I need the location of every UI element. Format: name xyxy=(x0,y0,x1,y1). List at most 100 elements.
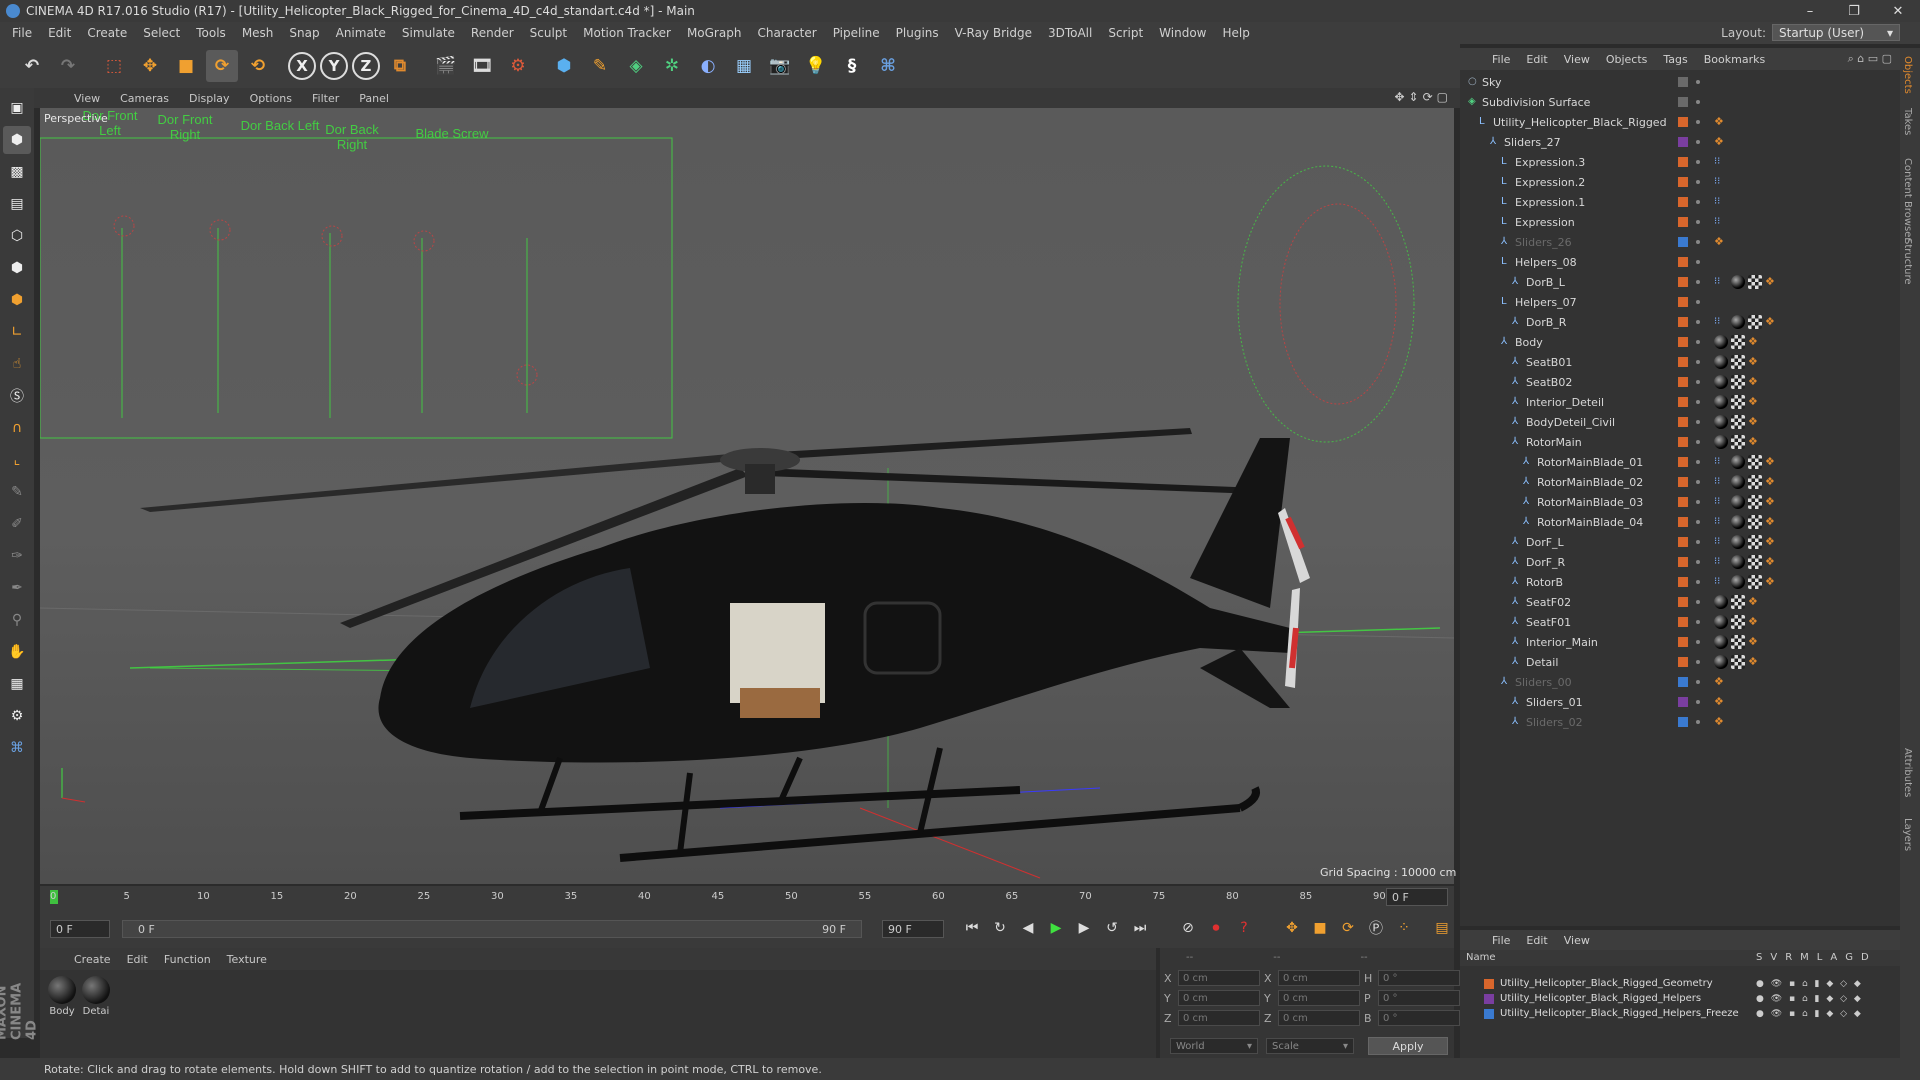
subdivision-generator-icon[interactable]: ◈ xyxy=(620,50,652,82)
object-row[interactable]: ⅄ RotorB ⁝⁝ ❖ xyxy=(1460,572,1900,592)
object-row[interactable]: ⅄ RotorMainBlade_04 ⁝⁝ ❖ xyxy=(1460,512,1900,532)
layer-color-swatch[interactable] xyxy=(1678,217,1688,227)
key-rotation-icon[interactable]: ⟳ xyxy=(1336,916,1360,940)
uvw-tag-icon[interactable] xyxy=(1731,355,1745,369)
constraint-tag-icon[interactable]: ❖ xyxy=(1714,115,1728,129)
visibility-dot-icon[interactable] xyxy=(1696,140,1700,144)
menu-create[interactable]: Create xyxy=(79,26,135,40)
object-row[interactable]: ⅄ DorF_L ⁝⁝ ❖ xyxy=(1460,532,1900,552)
object-menu-view[interactable]: View xyxy=(1556,53,1598,66)
layer-color-swatch[interactable] xyxy=(1678,537,1688,547)
maximize-button[interactable]: ❐ xyxy=(1832,0,1876,22)
object-row[interactable]: L Helpers_08 xyxy=(1460,252,1900,272)
uvw-tag-icon[interactable] xyxy=(1731,595,1745,609)
menu-window[interactable]: Window xyxy=(1151,26,1214,40)
layer-row[interactable]: Utility_Helicopter_Black_Rigged_Helpers_… xyxy=(1460,1006,1900,1021)
right-tab-structure[interactable]: Structure xyxy=(1902,238,1913,285)
coordinate-field[interactable]: 0 cm xyxy=(1278,1010,1360,1026)
coordinate-field[interactable]: 0 ° xyxy=(1378,1010,1460,1026)
constraint-tag-icon[interactable]: ❖ xyxy=(1748,435,1762,449)
right-tab-content-browser[interactable]: Content Browser xyxy=(1902,158,1913,241)
layer-color-swatch[interactable] xyxy=(1678,717,1688,727)
material-tag-icon[interactable] xyxy=(1714,635,1728,649)
constraint-tag-icon[interactable]: ❖ xyxy=(1748,595,1762,609)
constraint-tag-icon[interactable]: ❖ xyxy=(1714,135,1728,149)
object-row[interactable]: ⅄ DorB_R ⁝⁝ ❖ xyxy=(1460,312,1900,332)
material-menu-edit[interactable]: Edit xyxy=(119,953,156,966)
layer-color-swatch[interactable] xyxy=(1484,993,1494,1004)
polygons-mode-icon[interactable]: ⬢ xyxy=(3,286,31,314)
object-row[interactable]: ⅄ Interior_Deteil ❖ xyxy=(1460,392,1900,412)
menu-file[interactable]: File xyxy=(4,26,40,40)
uvw-tag-icon[interactable] xyxy=(1748,455,1762,469)
coordinate-field[interactable]: 0 cm xyxy=(1178,990,1260,1006)
constraint-tag-icon[interactable]: ❖ xyxy=(1714,715,1728,729)
points-mode-icon[interactable]: ⬡ xyxy=(3,222,31,250)
visibility-dot-icon[interactable] xyxy=(1696,640,1700,644)
coordinate-field[interactable]: 0 cm xyxy=(1278,990,1360,1006)
constraint-tag-icon[interactable]: ❖ xyxy=(1748,635,1762,649)
visibility-dot-icon[interactable] xyxy=(1696,160,1700,164)
visibility-dot-icon[interactable] xyxy=(1696,600,1700,604)
coordinate-field[interactable]: 0 ° xyxy=(1378,970,1460,986)
sculpt-icon[interactable]: ✑ xyxy=(3,542,31,570)
layer-color-swatch[interactable] xyxy=(1678,517,1688,527)
constraint-tag-icon[interactable]: ❖ xyxy=(1748,615,1762,629)
apply-button[interactable]: Apply xyxy=(1368,1037,1448,1055)
constraint-tag-icon[interactable]: ❖ xyxy=(1765,555,1779,569)
menu-tools[interactable]: Tools xyxy=(188,26,234,40)
layer-color-swatch[interactable] xyxy=(1678,157,1688,167)
uvw-tag-icon[interactable] xyxy=(1748,275,1762,289)
object-row[interactable]: L Helpers_07 xyxy=(1460,292,1900,312)
material-tag-icon[interactable] xyxy=(1731,575,1745,589)
knife-icon[interactable]: ✐ xyxy=(3,510,31,538)
object-row[interactable]: ⅄ SeatF02 ❖ xyxy=(1460,592,1900,612)
constraint-tag-icon[interactable]: ❖ xyxy=(1765,535,1779,549)
viewport-menu-cameras[interactable]: Cameras xyxy=(110,92,179,105)
constraint-tag-icon[interactable]: ❖ xyxy=(1748,655,1762,669)
paint-icon[interactable]: ✒ xyxy=(3,574,31,602)
material-tag-icon[interactable] xyxy=(1714,375,1728,389)
layer-color-swatch[interactable] xyxy=(1678,697,1688,707)
constraint-tag-icon[interactable]: ❖ xyxy=(1714,235,1728,249)
loop-icon[interactable]: ↺ xyxy=(1100,916,1124,940)
layer-color-swatch[interactable] xyxy=(1678,617,1688,627)
object-row[interactable]: ⅄ DorF_R ⁝⁝ ❖ xyxy=(1460,552,1900,572)
uvw-tag-icon[interactable] xyxy=(1731,615,1745,629)
coordinate-field[interactable]: 0 cm xyxy=(1278,970,1360,986)
layer-color-swatch[interactable] xyxy=(1678,337,1688,347)
spline-pen-icon[interactable]: ✎ xyxy=(584,50,616,82)
camera-icon[interactable]: 📷 xyxy=(764,50,796,82)
object-row[interactable]: ⅄ SeatB01 ❖ xyxy=(1460,352,1900,372)
magnet-icon[interactable]: ∩ xyxy=(3,414,31,442)
layer-color-swatch[interactable] xyxy=(1678,237,1688,247)
layer-color-swatch[interactable] xyxy=(1678,197,1688,207)
layer-color-swatch[interactable] xyxy=(1678,497,1688,507)
object-row[interactable]: ⅄ RotorMain ❖ xyxy=(1460,432,1900,452)
key-pla-icon[interactable]: ⁘ xyxy=(1392,916,1416,940)
visibility-dot-icon[interactable] xyxy=(1696,180,1700,184)
layer-row[interactable]: Utility_Helicopter_Black_Rigged_Geometry… xyxy=(1460,976,1900,991)
uvw-tag-icon[interactable] xyxy=(1731,435,1745,449)
x-axis-lock-button[interactable]: X xyxy=(288,52,316,80)
material-menu-texture[interactable]: Texture xyxy=(219,953,275,966)
rotate-tool-icon[interactable]: ⟳ xyxy=(206,50,238,82)
layer-menu-view[interactable]: View xyxy=(1556,934,1598,947)
constraint-tag-icon[interactable]: ❖ xyxy=(1748,395,1762,409)
material-tag-icon[interactable] xyxy=(1731,275,1745,289)
layer-color-swatch[interactable] xyxy=(1678,357,1688,367)
minimize-button[interactable]: – xyxy=(1788,0,1832,22)
object-row[interactable]: L Expression.1 ⁝⁝ xyxy=(1460,192,1900,212)
constraint-tag-icon[interactable]: ❖ xyxy=(1765,275,1779,289)
material-tag-icon[interactable] xyxy=(1714,435,1728,449)
current-frame-field[interactable]: 0 F xyxy=(1386,888,1448,906)
layer-color-swatch[interactable] xyxy=(1678,297,1688,307)
go-to-end-icon[interactable]: ⏭ xyxy=(1128,916,1152,940)
solo-icon[interactable]: ⚙ xyxy=(3,702,31,730)
layer-menu-edit[interactable]: Edit xyxy=(1518,934,1555,947)
layer-color-swatch[interactable] xyxy=(1484,1008,1494,1019)
frame-range-slider[interactable]: 0 F 90 F xyxy=(122,920,862,938)
menu-edit[interactable]: Edit xyxy=(40,26,79,40)
live-selection-icon[interactable]: ⬚ xyxy=(98,50,130,82)
object-row[interactable]: ⅄ Sliders_00 ❖ xyxy=(1460,672,1900,692)
